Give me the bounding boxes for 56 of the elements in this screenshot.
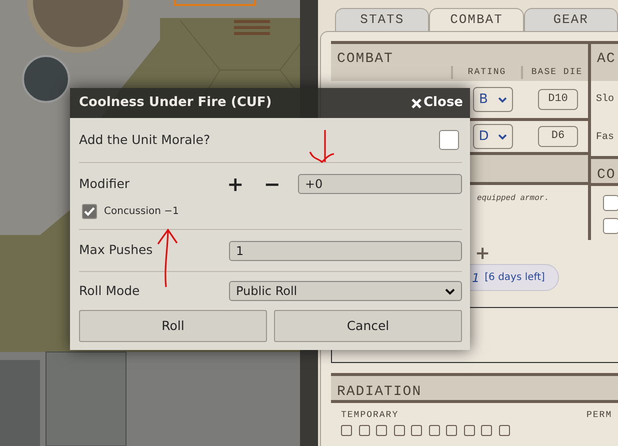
- days-left-text: [6 days left]: [484, 271, 545, 285]
- radiation-checkbox[interactable]: [498, 424, 510, 436]
- chevron-icon: [498, 134, 508, 140]
- token-avatar[interactable]: [22, 55, 70, 103]
- radiation-checkbox[interactable]: [411, 424, 422, 436]
- annotation-arrow: [309, 129, 335, 163]
- roll-mode-select[interactable]: Public Roll: [229, 281, 462, 301]
- row-label: Slo: [595, 92, 614, 107]
- checkbox-label: Concussion −1: [104, 205, 179, 219]
- chevron-icon: [445, 288, 455, 294]
- minus-button[interactable]: −: [264, 174, 280, 194]
- dialog-button[interactable]: Roll: [79, 310, 267, 342]
- chevron-icon: [498, 96, 507, 102]
- counter-value: 1: [472, 270, 480, 286]
- dialog-button[interactable]: Cancel: [274, 310, 462, 342]
- checkbox[interactable]: [603, 195, 618, 211]
- row-label: Fas: [595, 130, 614, 144]
- annotation-arrow: [157, 228, 178, 288]
- sheet-tab[interactable]: STATS: [335, 8, 430, 31]
- sheet-tab[interactable]: COMBAT: [429, 8, 524, 31]
- radiation-checkbox[interactable]: [376, 424, 387, 436]
- section-title: AC: [596, 50, 617, 69]
- radiation-checkbox[interactable]: [358, 424, 370, 436]
- section-title: CO: [596, 166, 617, 185]
- sheet-tab[interactable]: GEAR: [524, 8, 618, 31]
- radiation-checkbox[interactable]: [428, 424, 440, 436]
- die-label: D6: [538, 126, 578, 147]
- rating-select[interactable]: D: [473, 124, 513, 149]
- dialog-title: Coolness Under Fire (CUF): [79, 94, 272, 112]
- field-label: Modifier: [79, 174, 131, 193]
- field-label: PERM: [586, 409, 612, 422]
- checkbox[interactable]: [603, 218, 618, 234]
- column-header: RATING: [451, 66, 521, 79]
- checkbox[interactable]: [82, 204, 97, 219]
- close-icon: [410, 98, 422, 108]
- radiation-checkbox[interactable]: [481, 424, 492, 436]
- plus-button[interactable]: +: [226, 174, 244, 194]
- radiation-checkbox[interactable]: [446, 424, 457, 436]
- section-title: RADIATION: [336, 383, 423, 402]
- field-label: Roll Mode: [79, 282, 141, 300]
- modifier-field[interactable]: +0: [298, 174, 462, 194]
- section-title: COMBAT: [336, 50, 394, 69]
- close-button[interactable]: Close: [410, 93, 463, 113]
- die-label: D10: [538, 89, 578, 110]
- max-pushes-field[interactable]: 1: [229, 240, 462, 260]
- field-label: TEMPORARY: [341, 409, 400, 422]
- radiation-checkbox[interactable]: [464, 424, 474, 436]
- field-label: Max Pushes: [79, 241, 154, 260]
- radiation-checkbox[interactable]: [341, 424, 352, 436]
- radiation-checkbox[interactable]: [394, 424, 404, 436]
- plus-button[interactable]: +: [475, 244, 490, 264]
- checkbox[interactable]: [439, 130, 459, 150]
- bench-drawing: [234, 20, 270, 35]
- note-text: equipped armor.: [476, 193, 550, 205]
- field-label: Add the Unit Morale?: [79, 130, 210, 149]
- rating-select[interactable]: B: [473, 87, 513, 112]
